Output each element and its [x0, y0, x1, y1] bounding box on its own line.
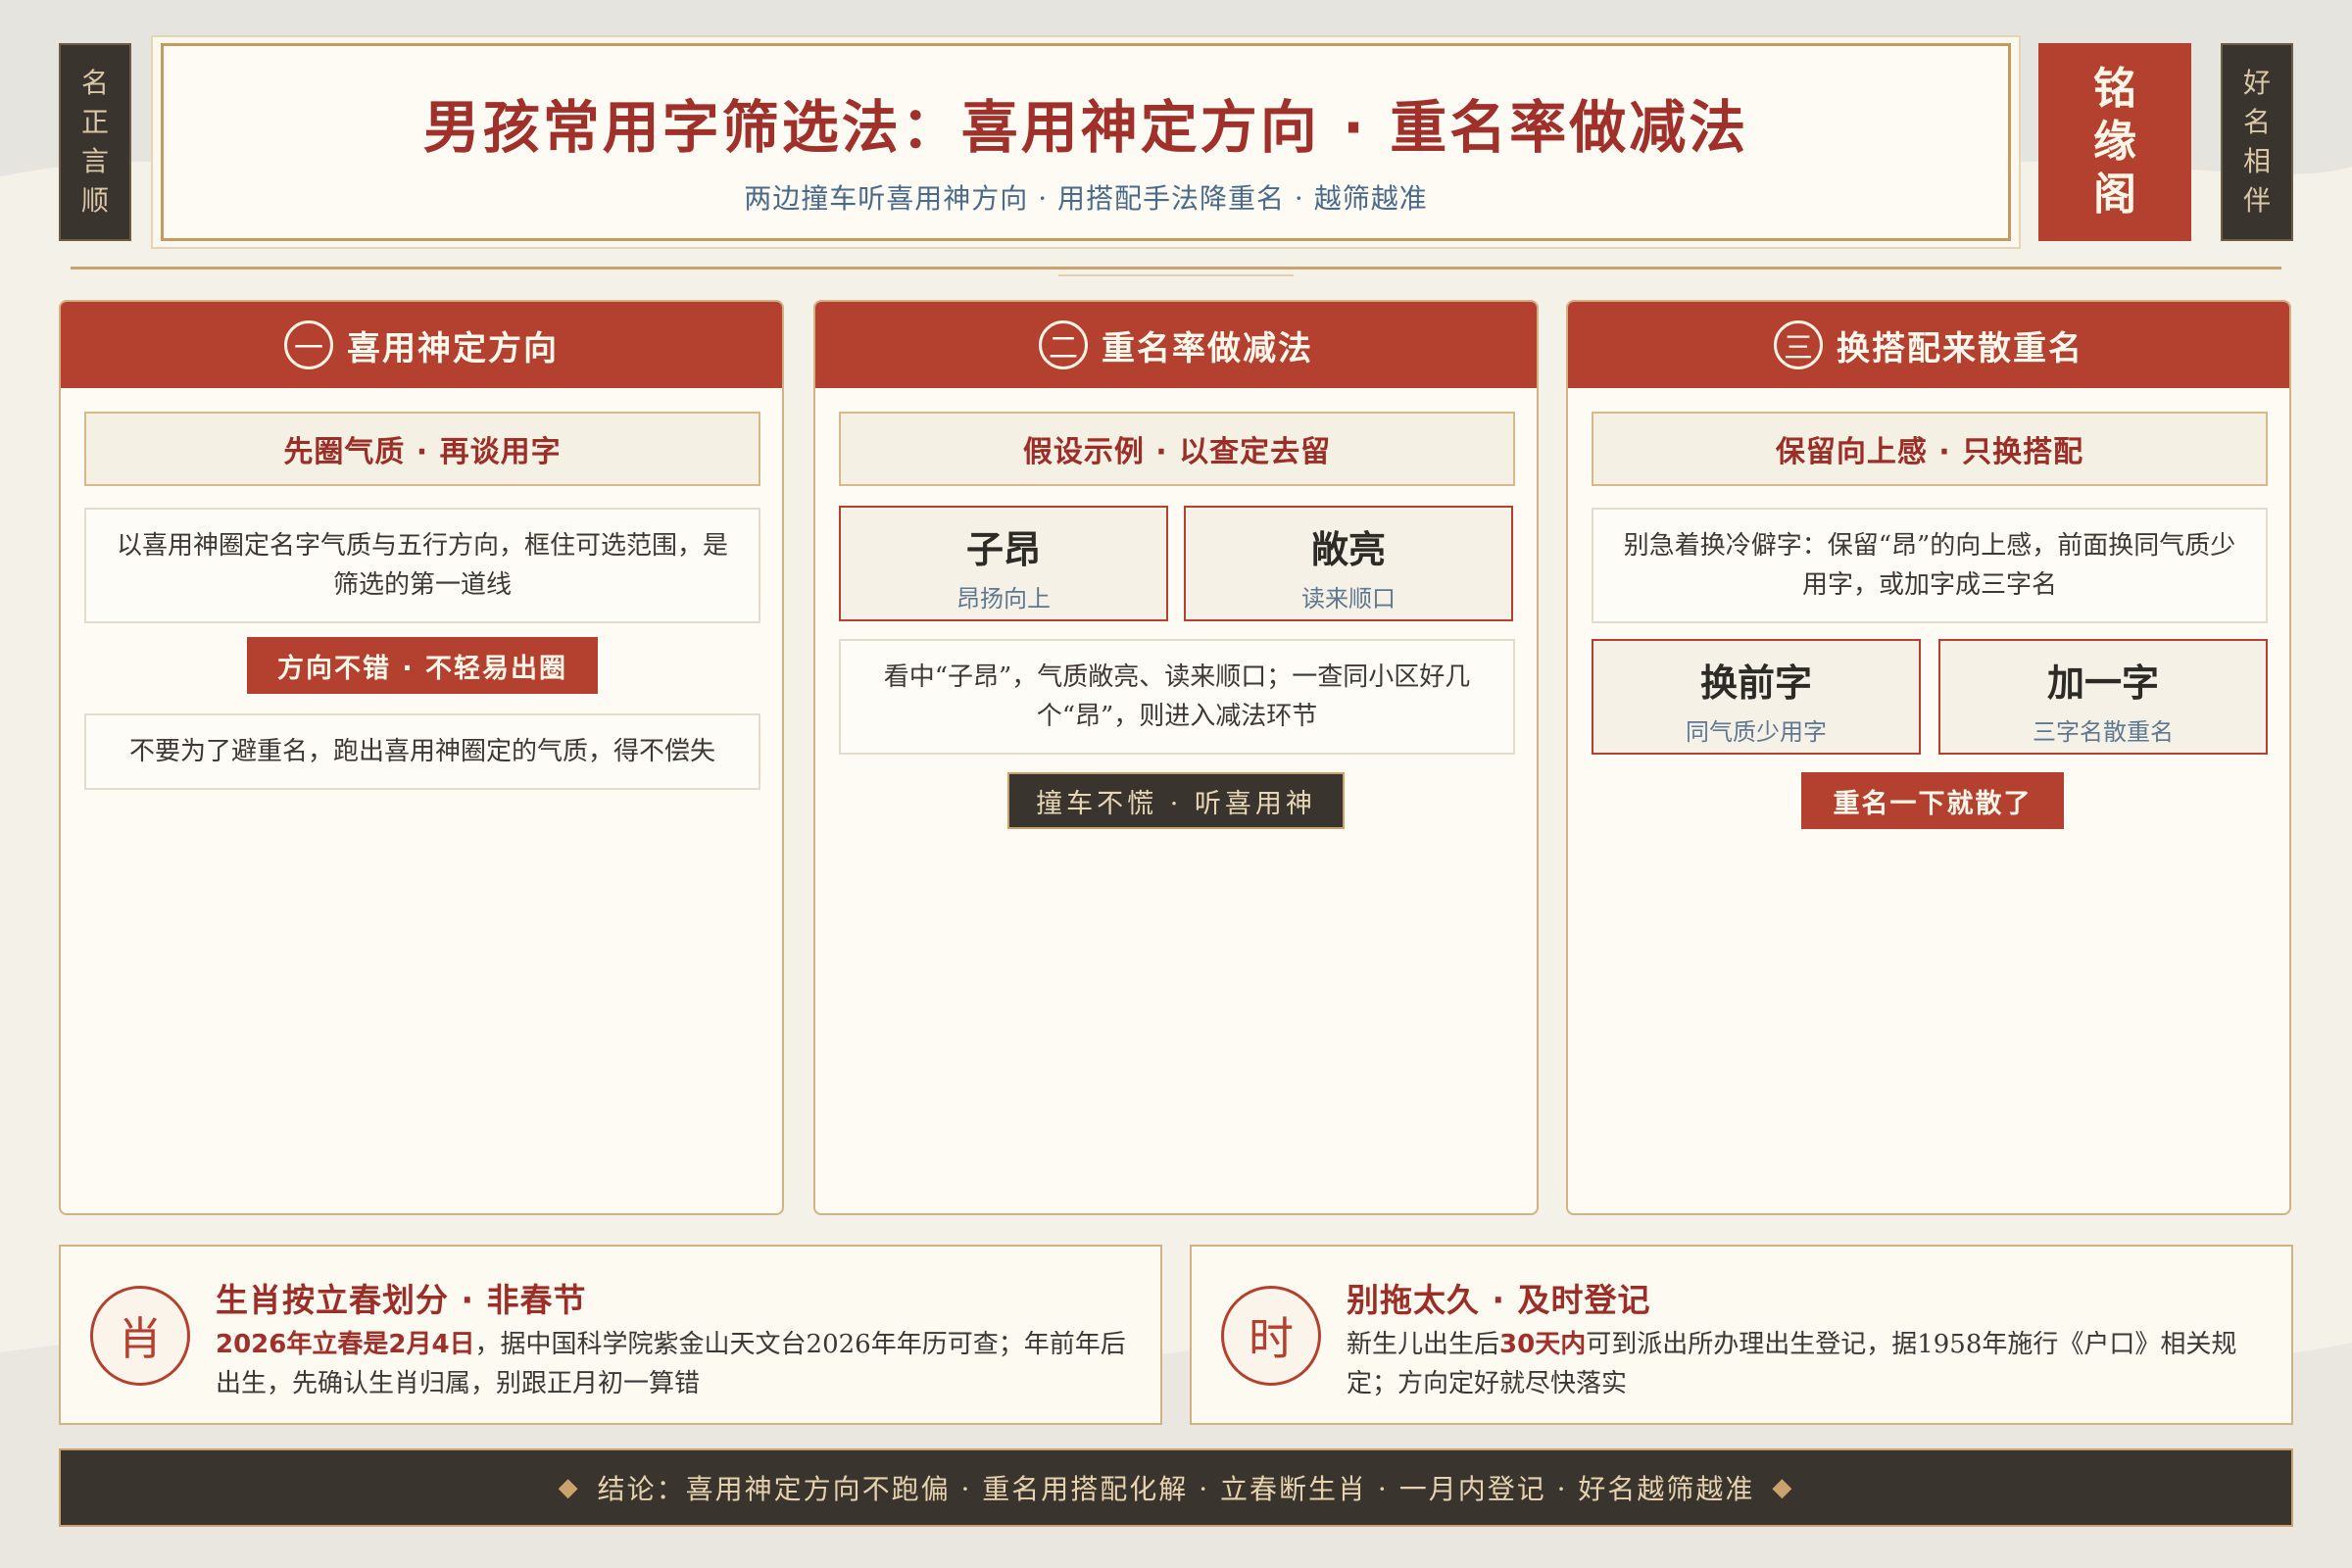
example-card: 子昂 昂扬向上	[839, 506, 1168, 621]
highlight-tag: 撞车不慌 · 听喜用神	[1007, 772, 1345, 829]
card-title: 生肖按立春划分 · 非春节	[216, 1281, 587, 1319]
header-divider-accent	[1058, 274, 1294, 276]
right-seal-char: 相	[2242, 145, 2271, 177]
left-seal-char: 言	[80, 145, 109, 177]
right-vertical-seal: 好 名 相 伴	[2221, 43, 2293, 241]
number-badge: 二	[1039, 320, 1088, 369]
highlight-tag: 方向不错 · 不轻易出圈	[247, 637, 598, 694]
time-icon: 时	[1221, 1286, 1321, 1386]
right-seal-char: 名	[2242, 106, 2271, 138]
explanation-text: 别急着换冷僻字：保留“昂”的向上感，前面换同气质少用字，或加字成三字名	[1592, 508, 2268, 623]
brand-char: 铭	[2093, 64, 2136, 114]
number-badge: 一	[284, 320, 333, 369]
title-panel: 男孩常用字筛选法：喜用神定方向 · 重名率做减法 两边撞车听喜用神方向 · 用搭…	[161, 43, 2011, 241]
header-divider	[71, 267, 2281, 270]
option-main: 加一字	[2046, 662, 2159, 705]
registration-note-card: 时 别拖太久 · 及时登记 新生儿出生后30天内可到派出所办理出生登记，据195…	[1190, 1245, 2293, 1425]
section-subtitle: 保留向上感 · 只换搭配	[1592, 412, 2268, 486]
card-highlight: 30天内	[1499, 1330, 1587, 1359]
example-main: 子昂	[965, 528, 1041, 571]
card-text: 新生儿出生后30天内可到派出所办理出生登记，据1958年施行《户口》相关规定；方…	[1347, 1325, 2258, 1403]
option-main: 换前字	[1699, 662, 1812, 705]
highlight-tag: 重名一下就散了	[1801, 772, 2064, 829]
column-title: 换搭配来散重名	[1837, 328, 2083, 368]
conclusion-bar: ◆ 结论：喜用神定方向不跑偏 · 重名用搭配化解 · 立春断生肖 · 一月内登记…	[59, 1448, 2293, 1527]
card-body: 新生儿出生后	[1347, 1330, 1500, 1359]
warning-text: 不要为了避重名，跑出喜用神圈定的气质，得不偿失	[84, 713, 760, 790]
right-seal-char: 好	[2242, 67, 2271, 99]
column-change-combination: 三 换搭配来散重名 保留向上感 · 只换搭配 别急着换冷僻字：保留“昂”的向上感…	[1566, 300, 2291, 1215]
section-subtitle: 假设示例 · 以查定去留	[839, 412, 1515, 486]
conclusion-text: 结论：喜用神定方向不跑偏 · 重名用搭配化解 · 立春断生肖 · 一月内登记 ·…	[597, 1473, 1755, 1505]
zodiac-note-card: 肖 生肖按立春划分 · 非春节 2026年立春是2月4日，据中国科学院紫金山天文…	[59, 1245, 1162, 1425]
brand-seal: 铭 缘 阁	[2038, 43, 2191, 241]
column-header: 一 喜用神定方向	[61, 302, 782, 388]
option-card: 加一字 三字名散重名	[1938, 639, 2268, 755]
column-title: 喜用神定方向	[347, 328, 559, 368]
option-sub: 同气质少用字	[1686, 718, 1827, 746]
zodiac-icon: 肖	[90, 1286, 190, 1386]
brand-char: 缘	[2093, 117, 2136, 167]
right-seal-char: 伴	[2242, 184, 2271, 217]
column-header: 三 换搭配来散重名	[1568, 302, 2289, 388]
example-sub: 读来顺口	[1301, 585, 1396, 612]
left-vertical-seal: 名 正 言 顺	[59, 43, 131, 241]
column-header: 二 重名率做减法	[815, 302, 1537, 388]
example-card: 敞亮 读来顺口	[1184, 506, 1513, 621]
page-subtitle: 两边撞车听喜用神方向 · 用搭配手法降重名 · 越筛越准	[744, 182, 1428, 215]
diamond-icon: ◆	[558, 1473, 580, 1502]
column-reduce-duplicates: 二 重名率做减法 假设示例 · 以查定去留 子昂 昂扬向上 敞亮 读来顺口 看中…	[813, 300, 1539, 1215]
card-title: 别拖太久 · 及时登记	[1347, 1281, 1651, 1319]
option-card: 换前字 同气质少用字	[1592, 639, 1921, 755]
column-title: 重名率做减法	[1102, 328, 1313, 368]
page-title: 男孩常用字筛选法：喜用神定方向 · 重名率做减法	[422, 94, 1749, 161]
left-seal-char: 顺	[80, 184, 109, 217]
card-text: 2026年立春是2月4日，据中国科学院紫金山天文台2026年年历可查；年前年后出…	[216, 1325, 1127, 1403]
option-sub: 三字名散重名	[2033, 718, 2174, 746]
column-direction: 一 喜用神定方向 先圈气质 · 再谈用字 以喜用神圈定名字气质与五行方向，框住可…	[59, 300, 784, 1215]
example-sub: 昂扬向上	[956, 585, 1051, 612]
example-main: 敞亮	[1310, 528, 1386, 571]
number-badge: 三	[1774, 320, 1823, 369]
explanation-text: 以喜用神圈定名字气质与五行方向，框住可选范围，是筛选的第一道线	[84, 508, 760, 623]
left-seal-char: 正	[80, 106, 109, 138]
explanation-text: 看中“子昂”，气质敞亮、读来顺口；一查同小区好几个“昂”，则进入减法环节	[839, 639, 1515, 755]
diamond-icon: ◆	[1772, 1473, 1794, 1502]
left-seal-char: 名	[80, 67, 109, 99]
card-highlight: 2026年立春是2月4日	[216, 1330, 475, 1359]
brand-char: 阁	[2093, 170, 2136, 220]
section-subtitle: 先圈气质 · 再谈用字	[84, 412, 760, 486]
